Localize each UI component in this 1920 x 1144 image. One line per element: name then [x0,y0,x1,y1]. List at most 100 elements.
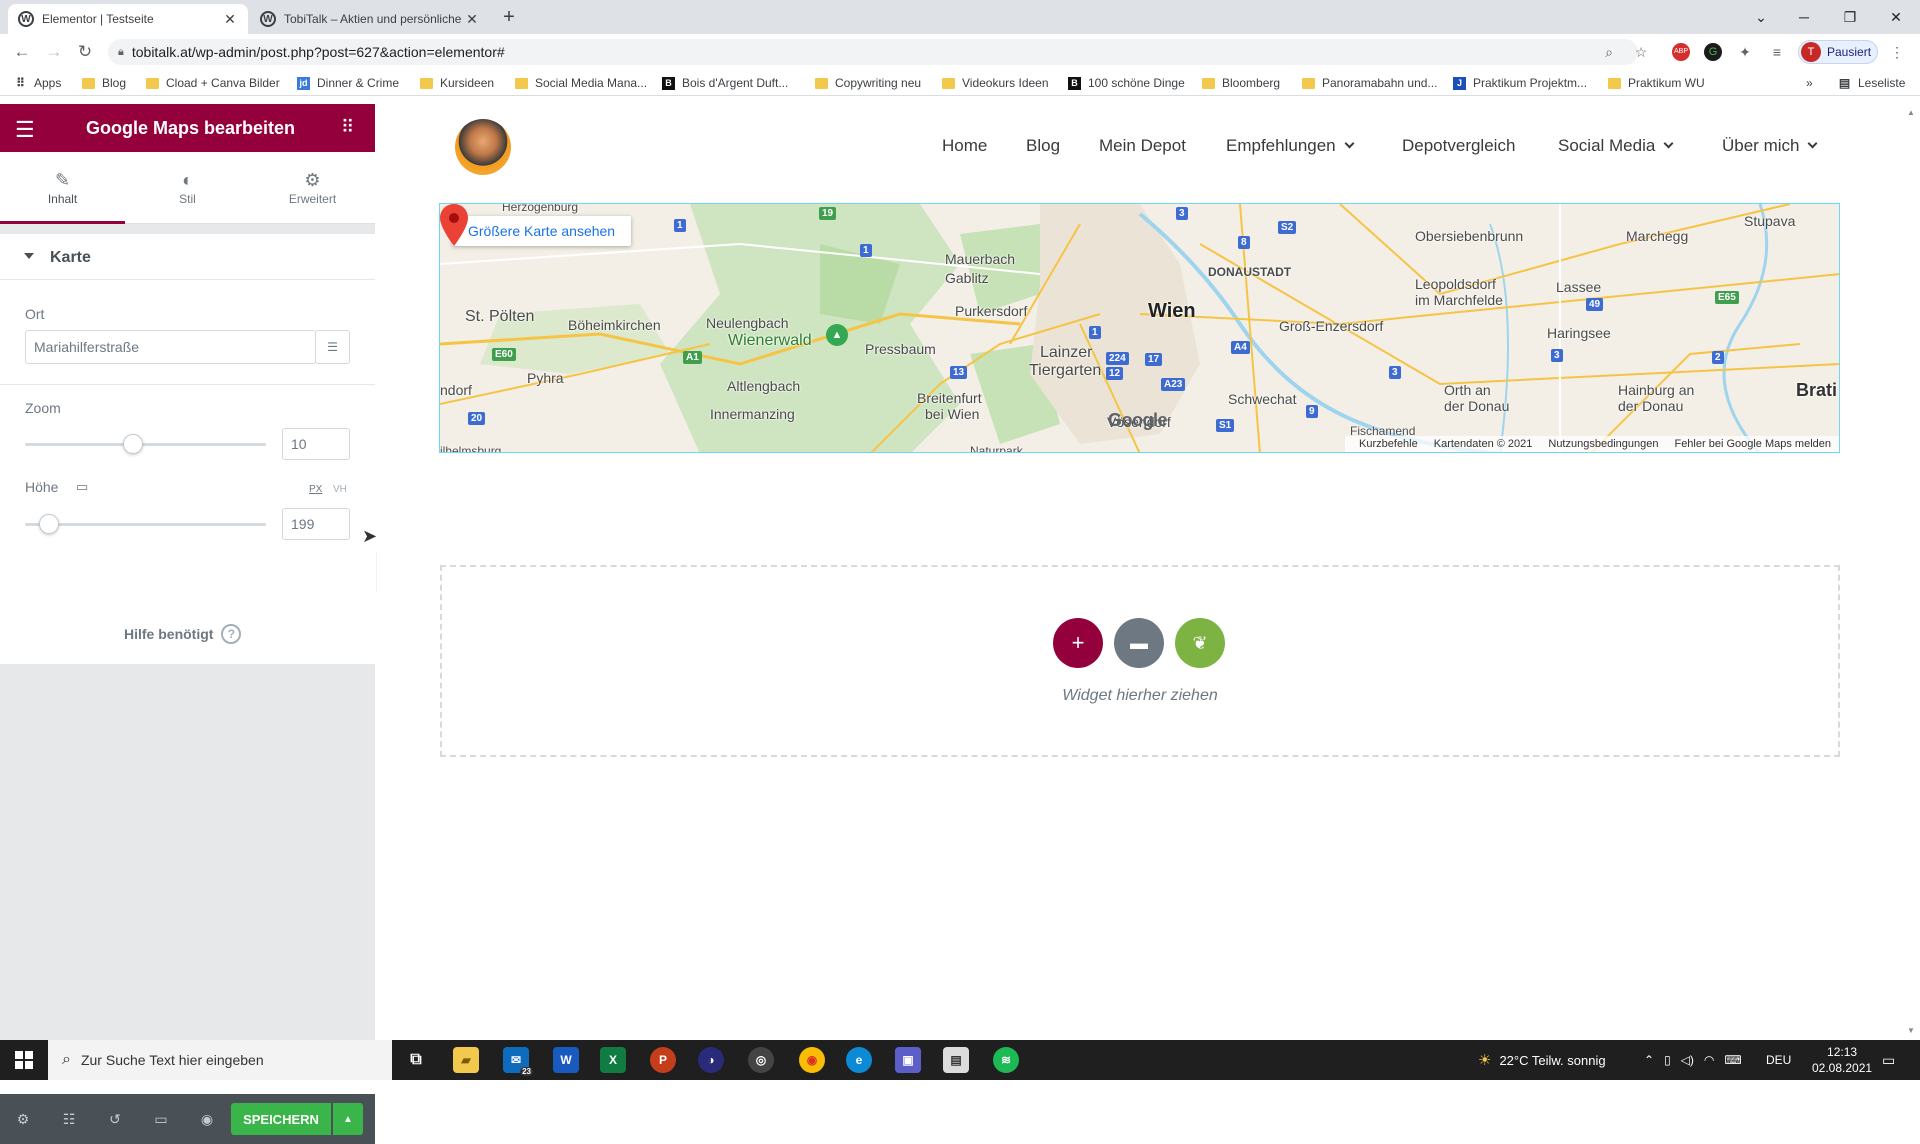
menu-dots-icon[interactable]: ⋮ [1888,43,1906,61]
report-error-link[interactable]: Fehler bei Google Maps melden [1674,438,1831,450]
ort-input[interactable]: Mariahilferstraße [25,330,316,364]
profile-button[interactable]: T Pausiert [1798,40,1878,64]
tab-tobitalk[interactable]: W TobiTalk – Aktien und persönliche ✕ [250,4,490,34]
back-icon[interactable]: ← [12,42,32,62]
bookmark-item[interactable]: Cload + Canva Bilder [146,75,280,91]
reading-list[interactable]: ▤ Leseliste [1838,75,1906,91]
bookmark-item[interactable]: B Bois d'Argent Duft... [662,75,788,91]
bookmark-item[interactable]: J Praktikum Projektm... [1453,75,1587,91]
tray-icons[interactable]: ⌃ ▯ ◁) ◠ ⌨ [1644,1040,1742,1080]
more-bookmarks-icon[interactable]: » [1806,75,1813,91]
unit-vh[interactable]: VH [333,484,347,495]
zoom-slider-track[interactable] [25,443,266,446]
minimize-button[interactable]: ─ [1790,6,1818,28]
forward-icon[interactable]: → [44,42,64,62]
nav-empfehlungen[interactable]: Empfehlungen [1226,136,1355,156]
scroll-up-icon[interactable]: ▲ [1907,108,1915,117]
reload-icon[interactable]: ↻ [75,42,95,62]
bookmark-item[interactable]: Copywriting neu [815,75,921,91]
app-icon[interactable]: ◑ [698,1047,724,1073]
bookmark-star-icon[interactable]: ☆ [1632,43,1650,61]
obs-icon[interactable]: ◎ [748,1047,774,1073]
section-toggle-karte[interactable]: Karte [0,234,375,280]
widget-dropzone[interactable]: + ▬ ❦ Widget hierher ziehen [440,565,1840,757]
nav-depotvergleich[interactable]: Depotvergleich [1402,136,1515,156]
history-icon[interactable]: ↺ [106,1110,124,1128]
save-options-icon[interactable]: ▲ [333,1103,363,1135]
bookmark-item[interactable]: jd Dinner & Crime [297,75,399,91]
tab-erweitert[interactable]: ⚙ Erweitert [250,152,375,224]
site-logo-avatar[interactable] [455,119,511,175]
dynamic-tags-icon[interactable]: ☰ [315,330,350,364]
new-tab-button[interactable]: + [498,6,520,28]
maximize-button[interactable]: ❐ [1836,6,1864,28]
taskbar-search[interactable]: ⌕ Zur Suche Text hier eingeben [48,1040,392,1080]
bookmark-apps[interactable]: ⠿ Apps [14,75,61,91]
template-folder-button[interactable]: ▬ [1114,618,1164,668]
grammarly-icon[interactable]: G [1704,43,1722,61]
terms-link[interactable]: Nutzungsbedingungen [1548,438,1658,450]
nav-mein-depot[interactable]: Mein Depot [1099,136,1186,156]
tab-search-icon[interactable]: ⌄ [1747,6,1775,28]
spotify-icon[interactable]: ≋ [993,1047,1019,1073]
envato-kit-button[interactable]: ❦ [1175,618,1225,668]
hoehe-slider-track[interactable] [25,523,266,526]
bookmark-item[interactable]: Praktikum WU [1608,75,1705,91]
google-map[interactable]: Größere Karte ansehen Herzogenburg St. P… [439,203,1840,453]
media-icon[interactable]: ≡ [1768,43,1786,61]
zoom-input[interactable]: 10 [282,428,350,460]
adblock-icon[interactable]: ABP [1672,43,1690,61]
park-pin-icon[interactable]: ▲ [826,324,848,346]
powerpoint-icon[interactable]: P [650,1047,676,1073]
page-scrollbar[interactable]: ▲ ▼ [1903,104,1920,1040]
tab-elementor[interactable]: W Elementor | Testseite ✕ [8,4,248,34]
responsive-mode-icon[interactable]: ▭ [152,1110,170,1128]
notifications-icon[interactable]: ▭ [1882,1040,1895,1080]
bookmark-item[interactable]: Panoramabahn und... [1302,75,1437,91]
excel-icon[interactable]: X [600,1047,626,1073]
navigator-layers-icon[interactable]: ☷ [60,1110,78,1128]
close-tab-icon[interactable]: ✕ [464,11,480,28]
zoom-icon[interactable]: ⌕ [1600,43,1618,61]
add-section-button[interactable]: + [1053,618,1103,668]
nav-blog[interactable]: Blog [1026,136,1060,156]
app-icon[interactable]: ▣ [895,1047,921,1073]
save-button[interactable]: SPEICHERN [231,1103,331,1135]
nav-ueber-mich[interactable]: Über mich [1722,136,1818,156]
unit-px[interactable]: PX [309,484,322,495]
hoehe-input[interactable]: 199 [282,508,350,540]
notepad-icon[interactable]: ▤ [943,1047,969,1073]
edge-icon[interactable]: e [846,1047,872,1073]
weather-widget[interactable]: ☀ 22°C Teilw. sonnig [1478,1040,1606,1080]
start-button[interactable] [0,1040,48,1080]
keyboard-shortcuts-link[interactable]: Kurzbefehle [1359,438,1418,450]
scroll-down-icon[interactable]: ▼ [1907,1026,1915,1035]
clock[interactable]: 12:13 02.08.2021 [1812,1040,1872,1080]
language-indicator[interactable]: DEU [1766,1040,1791,1080]
bookmark-item[interactable]: Bloomberg [1202,75,1280,91]
preview-eye-icon[interactable]: ◉ [198,1110,216,1128]
bigger-map-link[interactable]: Größere Karte ansehen [452,216,632,246]
task-view-icon[interactable]: ⧉ [403,1047,429,1073]
hoehe-slider-handle[interactable] [39,514,60,534]
nav-social-media[interactable]: Social Media [1558,136,1674,156]
map-pin-icon[interactable] [440,204,468,246]
address-bar[interactable]: 🔒︎ tobitalk.at/wp-admin/post.php?post=62… [108,39,1638,65]
mail-icon[interactable]: ✉ 23 [503,1047,533,1076]
file-explorer-icon[interactable]: ▰ [453,1047,479,1073]
chrome-icon[interactable]: ◉ [799,1047,825,1073]
bookmark-item[interactable]: Blog [82,75,126,91]
bookmark-item[interactable]: Kursideen [420,75,494,91]
bookmark-item[interactable]: Social Media Mana... [515,75,647,91]
hamburger-menu-icon[interactable]: ☰ [15,117,35,143]
nav-home[interactable]: Home [942,136,987,156]
close-window-button[interactable]: ✕ [1882,6,1910,28]
word-icon[interactable]: W [553,1047,579,1073]
zoom-slider-handle[interactable] [123,434,144,454]
tab-stil[interactable]: ◐ Stil [125,152,250,224]
bookmark-item[interactable]: B 100 schöne Dinge [1068,75,1185,91]
widgets-grid-icon[interactable]: ⠿ [341,117,354,138]
bookmark-item[interactable]: Videokurs Ideen [942,75,1049,91]
extensions-icon[interactable]: ✦ [1736,43,1754,61]
desktop-icon[interactable]: ▭ [76,479,88,495]
